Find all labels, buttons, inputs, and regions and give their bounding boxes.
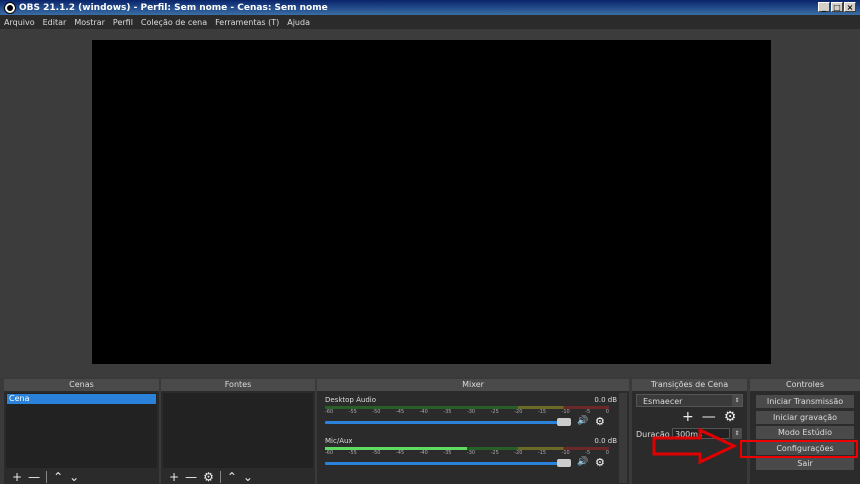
- transition-select[interactable]: Esmaecer ⇕: [636, 394, 743, 407]
- gear-icon[interactable]: ⚙: [595, 456, 605, 469]
- scene-item[interactable]: Cena: [7, 394, 156, 404]
- annotation-arrow-icon: [652, 427, 738, 465]
- menu-ajuda[interactable]: Ajuda: [283, 18, 314, 27]
- move-scene-down-button[interactable]: ⌄: [69, 470, 79, 484]
- mixer-channel-mic-aux: Mic/Aux 0.0 dB -60 -55 -50 -45 -40 -35 -30 -25-…: [325, 437, 617, 471]
- mixer-dock-title: Mixer: [317, 379, 629, 391]
- mixer-scrollbar[interactable]: [619, 393, 627, 483]
- start-recording-button[interactable]: Iniciar gravação: [756, 411, 854, 424]
- channel-db: 0.0 dB: [594, 437, 617, 445]
- close-button[interactable]: ×: [844, 2, 856, 12]
- add-transition-button[interactable]: +: [682, 409, 694, 425]
- title-bar: OBS 21.1.2 (windows) - Perfil: Sem nome …: [0, 0, 860, 15]
- add-scene-button[interactable]: +: [12, 470, 22, 484]
- minimize-button[interactable]: _: [818, 2, 830, 12]
- source-properties-gear-icon[interactable]: ⚙: [203, 470, 214, 484]
- obs-logo-icon: [4, 1, 16, 14]
- channel-name: Mic/Aux: [325, 437, 353, 445]
- volume-slider[interactable]: [325, 421, 563, 424]
- window-title: OBS 21.1.2 (windows) - Perfil: Sem nome …: [19, 2, 328, 13]
- chevron-updown-icon: ⇕: [732, 395, 742, 406]
- studio-mode-button[interactable]: Modo Estúdio: [756, 426, 854, 439]
- menu-ferramentas[interactable]: Ferramentas (T): [211, 18, 283, 27]
- sources-list[interactable]: [163, 393, 313, 468]
- gear-icon[interactable]: ⚙: [595, 415, 605, 428]
- volume-slider[interactable]: [325, 462, 563, 465]
- remove-source-button[interactable]: —: [185, 470, 197, 484]
- meter-scale: -60 -55 -50 -45 -40 -35 -30 -25 -20 -15 -10 -5 0: [325, 409, 609, 415]
- preview-canvas[interactable]: [92, 40, 771, 364]
- toolbar-separator: [46, 471, 48, 483]
- menu-editar[interactable]: Editar: [39, 18, 71, 27]
- scenes-dock: Cenas Cena + — ⌃ ⌄: [4, 379, 159, 484]
- toolbar-separator: [219, 471, 221, 483]
- transition-properties-gear-icon[interactable]: ⚙: [724, 409, 737, 425]
- volume-slider-handle[interactable]: [557, 459, 571, 467]
- remove-transition-button[interactable]: —: [702, 409, 716, 425]
- exit-button[interactable]: Sair: [756, 457, 854, 470]
- scenes-dock-title: Cenas: [4, 379, 159, 391]
- meter-scale: -60 -55 -50 -45 -40 -35 -30 -25 -20 -15 -10 -5 0: [325, 450, 609, 456]
- scenes-toolbar: + — ⌃ ⌄: [6, 470, 157, 484]
- move-source-up-button[interactable]: ⌃: [227, 470, 237, 484]
- mixer-dock: Mixer Desktop Áudio 0.0 dB -60 -55 -50 -45-…: [317, 379, 629, 484]
- mixer-channel-desktop-audio: Desktop Áudio 0.0 dB -60 -55 -50 -45 -40 -35-…: [325, 396, 617, 430]
- volume-slider-handle[interactable]: [557, 418, 571, 426]
- speaker-icon[interactable]: 🔊: [577, 457, 588, 467]
- remove-scene-button[interactable]: —: [28, 470, 40, 484]
- controls-dock: Controles Iniciar Transmissão Iniciar gr…: [750, 379, 860, 484]
- speaker-icon[interactable]: 🔊: [577, 416, 588, 426]
- window-controls: _ □ ×: [818, 2, 856, 12]
- start-streaming-button[interactable]: Iniciar Transmissão: [756, 395, 854, 408]
- scenes-list[interactable]: Cena: [6, 393, 157, 468]
- move-source-down-button[interactable]: ⌄: [243, 470, 253, 484]
- sources-toolbar: + — ⚙ ⌃ ⌄: [163, 470, 313, 484]
- preview-area: [0, 29, 860, 377]
- settings-highlight-box: [740, 440, 858, 458]
- transition-toolbar: + — ⚙: [682, 409, 736, 425]
- transition-selected: Esmaecer: [643, 397, 683, 406]
- menu-mostrar[interactable]: Mostrar: [70, 18, 109, 27]
- channel-db: 0.0 dB: [594, 396, 617, 404]
- sources-dock: Fontes + — ⚙ ⌃ ⌄: [161, 379, 315, 484]
- menu-arquivo[interactable]: Arquivo: [0, 18, 39, 27]
- add-source-button[interactable]: +: [169, 470, 179, 484]
- controls-dock-title: Controles: [750, 379, 860, 391]
- transitions-dock-title: Transições de Cena: [632, 379, 747, 391]
- menu-perfil[interactable]: Perfil: [109, 18, 137, 27]
- menu-bar: Arquivo Editar Mostrar Perfil Coleção de…: [0, 15, 860, 29]
- menu-colecao-de-cena[interactable]: Coleção de cena: [137, 18, 211, 27]
- sources-dock-title: Fontes: [161, 379, 315, 391]
- channel-name: Desktop Áudio: [325, 396, 376, 404]
- move-scene-up-button[interactable]: ⌃: [53, 470, 63, 484]
- maximize-button[interactable]: □: [831, 2, 843, 12]
